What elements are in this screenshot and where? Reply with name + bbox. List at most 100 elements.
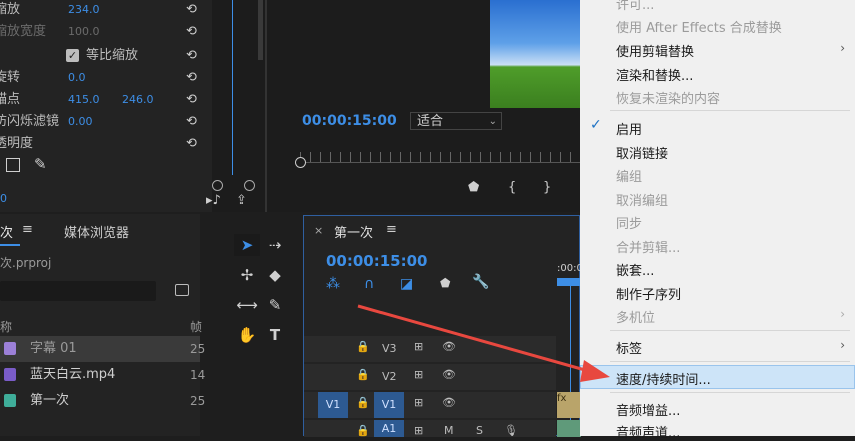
- sync-lock-icon[interactable]: ⊞: [414, 424, 423, 437]
- project-item[interactable]: 蓝天白云.mp4 14: [0, 362, 205, 388]
- fx-value-scale[interactable]: 234.0: [68, 0, 100, 20]
- zoom-handle-right[interactable]: [244, 180, 255, 191]
- reset-icon[interactable]: ⟲: [186, 68, 197, 88]
- reset-icon[interactable]: ⟲: [186, 134, 197, 154]
- tab-media-browser[interactable]: 媒体浏览器: [64, 222, 129, 241]
- menu-item-audio-channels[interactable]: 音频声道...: [616, 422, 680, 441]
- zoom-handle-left[interactable]: [212, 180, 223, 191]
- track-label[interactable]: V1: [374, 392, 404, 418]
- fx-value-anchor-y[interactable]: 246.0: [122, 90, 154, 110]
- sequence-tab[interactable]: 第一次: [334, 222, 373, 241]
- mark-in-icon[interactable]: {: [508, 180, 516, 195]
- eye-icon[interactable]: 👁: [442, 340, 456, 353]
- razor-tool-icon[interactable]: ◆: [262, 264, 288, 286]
- pen-tool-icon[interactable]: ✎: [262, 294, 288, 316]
- menu-item-license[interactable]: 许可...: [616, 0, 654, 13]
- snap-icon[interactable]: ∩: [364, 276, 374, 292]
- fx-scrollbar[interactable]: [258, 0, 263, 60]
- tab-active-underline: [0, 244, 20, 246]
- menu-item-replace-clip[interactable]: 使用剪辑替换: [616, 41, 694, 60]
- track-label[interactable]: A1: [374, 420, 404, 437]
- sync-lock-icon[interactable]: ⊞: [414, 368, 423, 381]
- add-marker-icon[interactable]: ⬟: [468, 180, 479, 195]
- menu-item-unlink[interactable]: 取消链接: [616, 143, 668, 162]
- timeline-panel: × 第一次 ≡ 00:00:15:00 ⁂ ∩ ◪ ⬟ 🔧 :00:0 🔒 V3…: [303, 215, 583, 437]
- menu-item-label[interactable]: 标签: [616, 338, 642, 357]
- menu-item-speed-duration[interactable]: 速度/持续时间...: [616, 369, 711, 388]
- reset-icon[interactable]: ⟲: [186, 112, 197, 132]
- fx-value-scale-width[interactable]: 100.0: [68, 22, 100, 42]
- lock-icon[interactable]: 🔒: [356, 424, 370, 437]
- lock-icon[interactable]: 🔒: [356, 396, 370, 409]
- mute-button[interactable]: M: [444, 424, 454, 437]
- menu-item-audio-gain[interactable]: 音频增益...: [616, 400, 680, 419]
- fx-label: 锚点: [0, 92, 21, 107]
- fit-dropdown[interactable]: 适合 ⌄: [410, 112, 502, 130]
- column-framerate-header[interactable]: 帧: [190, 318, 202, 335]
- uniform-scale-checkbox[interactable]: ✓: [66, 49, 79, 62]
- fx-value-anchor-x[interactable]: 415.0: [68, 90, 100, 110]
- menu-item-replace-ae[interactable]: 使用 After Effects 合成替换: [616, 17, 782, 36]
- solo-button[interactable]: S: [476, 424, 483, 437]
- sync-lock-icon[interactable]: ⊞: [414, 396, 423, 409]
- fx-label: 缩放: [0, 2, 21, 17]
- pen-icon[interactable]: ✎: [34, 155, 47, 173]
- add-marker-icon[interactable]: ⬟: [440, 276, 450, 290]
- tab-menu-icon[interactable]: ≡: [22, 222, 33, 237]
- timeline-timecode[interactable]: 00:00:15:00: [326, 252, 428, 270]
- fx-row-opacity: 透明度 ⟲: [0, 134, 212, 154]
- nest-toggle-icon[interactable]: ⁂: [326, 276, 340, 292]
- eye-icon[interactable]: 👁: [442, 368, 456, 381]
- fx-label: 缩放宽度: [0, 24, 47, 39]
- reset-icon[interactable]: ⟲: [186, 46, 197, 66]
- timeline-clip[interactable]: fx: [557, 392, 581, 418]
- menu-item-render-replace[interactable]: 渲染和替换...: [616, 65, 693, 84]
- menu-item-restore-unrendered[interactable]: 恢复未渲染的内容: [616, 88, 720, 107]
- selection-tool-icon[interactable]: ➤: [234, 234, 260, 256]
- mark-out-icon[interactable]: }: [543, 180, 551, 195]
- sync-lock-icon[interactable]: ⊞: [414, 340, 423, 353]
- timeline-audio-clip[interactable]: [557, 420, 581, 437]
- fx-value-antiflicker[interactable]: 0.00: [68, 112, 93, 132]
- slip-tool-icon[interactable]: ⟷: [234, 294, 260, 316]
- tab-menu-icon[interactable]: ≡: [386, 222, 397, 237]
- reset-icon[interactable]: ⟲: [186, 90, 197, 110]
- mic-icon[interactable]: 🎙: [504, 424, 518, 437]
- eye-icon[interactable]: 👁: [442, 396, 456, 409]
- monitor-playhead[interactable]: [295, 157, 306, 168]
- close-icon[interactable]: ×: [314, 224, 323, 237]
- export-icon[interactable]: ⇪: [236, 193, 247, 208]
- work-area-bar[interactable]: [557, 278, 581, 286]
- project-item-name: 蓝天白云.mp4: [30, 367, 116, 382]
- track-select-tool-icon[interactable]: ⇢: [262, 234, 288, 256]
- monitor-timecode[interactable]: 00:00:15:00: [302, 113, 397, 129]
- project-item[interactable]: 字幕 01 25: [0, 336, 205, 362]
- menu-item-nest[interactable]: 嵌套...: [616, 260, 654, 279]
- reset-icon[interactable]: ⟲: [186, 22, 197, 42]
- menu-item-multicam[interactable]: 多机位: [616, 307, 655, 326]
- menu-item-group[interactable]: 编组: [616, 166, 642, 185]
- wrench-icon[interactable]: 🔧: [472, 274, 489, 290]
- lock-icon[interactable]: 🔒: [356, 340, 370, 353]
- reset-icon[interactable]: ⟲: [186, 0, 197, 20]
- ripple-edit-tool-icon[interactable]: ✢: [234, 264, 260, 286]
- menu-item-make-subsequence[interactable]: 制作子序列: [616, 284, 681, 303]
- source-patch-v1[interactable]: V1: [318, 392, 348, 418]
- lock-icon[interactable]: 🔒: [356, 368, 370, 381]
- project-item[interactable]: 第一次 25: [0, 388, 205, 414]
- new-bin-icon[interactable]: [175, 284, 189, 296]
- type-tool-icon[interactable]: T: [262, 324, 288, 346]
- fx-value-rotation[interactable]: 0.0: [68, 68, 86, 88]
- linked-select-icon[interactable]: ◪: [400, 276, 413, 292]
- menu-item-enable[interactable]: 启用: [616, 119, 642, 138]
- menu-item-merge-clips[interactable]: 合并剪辑...: [616, 237, 680, 256]
- mask-rect-icon[interactable]: [6, 158, 20, 172]
- menu-item-sync[interactable]: 同步: [616, 213, 642, 232]
- filter-icon[interactable]: ▸♪: [206, 193, 221, 208]
- tab-project[interactable]: 次: [0, 222, 13, 241]
- column-name-header[interactable]: 称: [0, 318, 12, 335]
- hand-tool-icon[interactable]: ✋: [234, 324, 260, 346]
- project-search-input[interactable]: [0, 281, 156, 301]
- time-ruler[interactable]: [300, 152, 580, 162]
- menu-item-ungroup[interactable]: 取消编组: [616, 190, 668, 209]
